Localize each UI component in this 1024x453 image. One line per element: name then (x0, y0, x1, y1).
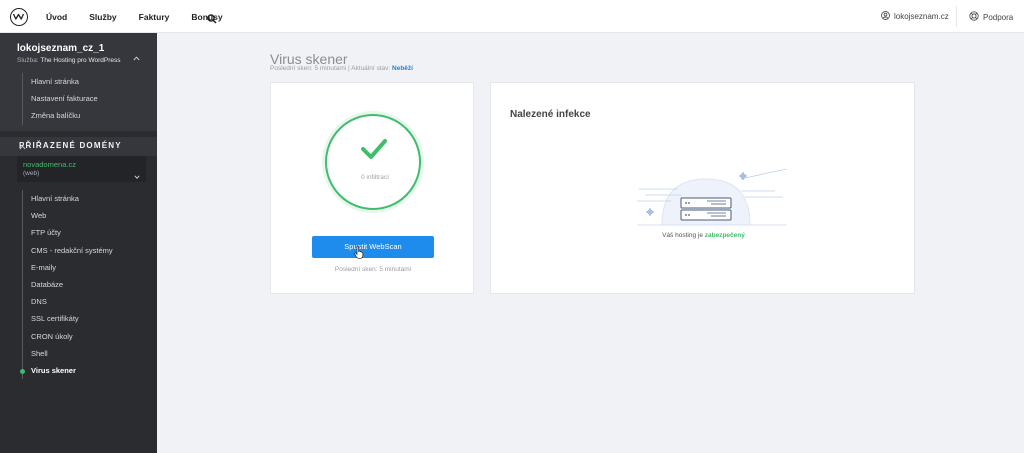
scan-card: 0 infiltrací Spustit WebScan Poslední sk… (270, 82, 474, 294)
service-name: The Hosting pro WordPress (40, 57, 121, 64)
checkmark-icon (360, 138, 388, 165)
sidebar-item-cms[interactable]: CMS - redakční systémy (23, 242, 113, 259)
sidebar: lokojseznam_cz_1 Služba: The Hosting pro… (0, 33, 157, 453)
nav-uvod[interactable]: Úvod (46, 12, 67, 22)
support-label: Podpora (983, 12, 1014, 22)
sidebar-item-emails[interactable]: E-maily (23, 259, 113, 276)
sidebar-item-virus-scanner[interactable]: Virus skener (20, 362, 113, 379)
secure-server-illustration (637, 168, 787, 226)
account-subnav: Hlavní stránka Nastavení fakturace Změna… (22, 73, 98, 125)
assigned-domains-header[interactable]: PŘIŘAZENÉ DOMÉNY (0, 137, 157, 156)
page-subtitle: Poslední sken: 5 minutami | Aktuální sta… (270, 65, 413, 72)
chevron-down-icon (134, 166, 140, 184)
chevron-up-icon[interactable] (133, 48, 140, 66)
account-link[interactable]: lokojseznam.cz (881, 11, 949, 22)
hosting-account-name: lokojseznam_cz_1 (17, 43, 105, 54)
secure-status: zabezpečený (704, 232, 745, 239)
sidebar-item-change-package[interactable]: Změna balíčku (23, 107, 98, 124)
last-scan-status-text: Poslední sken: 5 minutami | Aktuální sta… (270, 65, 391, 72)
search-icon[interactable] (207, 11, 217, 29)
sidebar-item-billing-settings[interactable]: Nastavení fakturace (23, 90, 98, 107)
hand-cursor-icon (354, 245, 364, 264)
hosting-secure-message: Váš hosting je zabezpečený (491, 232, 916, 239)
infections-card: Nalezené infekce Váš hosting je zabezpeč… (490, 82, 915, 294)
scan-status: Neběží (392, 65, 413, 72)
logo[interactable] (10, 8, 28, 26)
sidebar-item-ssl[interactable]: SSL certifikáty (23, 310, 113, 327)
sidebar-item-web[interactable]: Web (23, 207, 113, 224)
domain-subnav: Hlavní stránka Web FTP účty CMS - redakč… (20, 190, 113, 380)
infections-title: Nalezené infekce (510, 109, 591, 120)
top-bar: Úvod Služby Faktury Bonusy lokojseznam.c… (0, 0, 1024, 33)
nav-faktury[interactable]: Faktury (139, 12, 170, 22)
domain-name: novadomena.cz (23, 160, 76, 169)
lifebuoy-icon (969, 11, 979, 23)
run-webscan-button[interactable]: Spustit WebScan (312, 236, 434, 258)
hosting-account-panel: lokojseznam_cz_1 Služba: The Hosting pro… (0, 33, 157, 131)
domain-type: (web) (23, 170, 40, 177)
sidebar-item-databases[interactable]: Databáze (23, 276, 113, 293)
nav-sluzby[interactable]: Služby (89, 12, 116, 22)
chevron-up-icon[interactable] (19, 143, 26, 152)
sidebar-item-shell[interactable]: Shell (23, 345, 113, 362)
sidebar-item-dns[interactable]: DNS (23, 293, 113, 310)
service-prefix: Služba: (17, 57, 39, 64)
user-icon (881, 11, 890, 22)
scan-result-ring: 0 infiltrací (325, 114, 421, 210)
divider (956, 6, 957, 27)
infiltration-count: 0 infiltrací (361, 174, 389, 181)
assigned-domains-title: PŘIŘAZENÉ DOMÉNY (19, 141, 122, 150)
sidebar-item-ftp[interactable]: FTP účty (23, 224, 113, 241)
account-name: lokojseznam.cz (894, 12, 949, 21)
service-info: Služba: The Hosting pro WordPress (17, 57, 120, 64)
support-link[interactable]: Podpora (969, 11, 1013, 23)
sidebar-item-account-home[interactable]: Hlavní stránka (23, 73, 98, 90)
sidebar-item-domain-home[interactable]: Hlavní stránka (23, 190, 113, 207)
last-scan-label: Poslední sken: 5 minutami (334, 266, 412, 273)
domain-selector[interactable]: novadomena.cz (web) (17, 156, 146, 182)
secure-prefix: Váš hosting je (662, 232, 703, 239)
sidebar-item-cron[interactable]: CRON úkoly (23, 328, 113, 345)
